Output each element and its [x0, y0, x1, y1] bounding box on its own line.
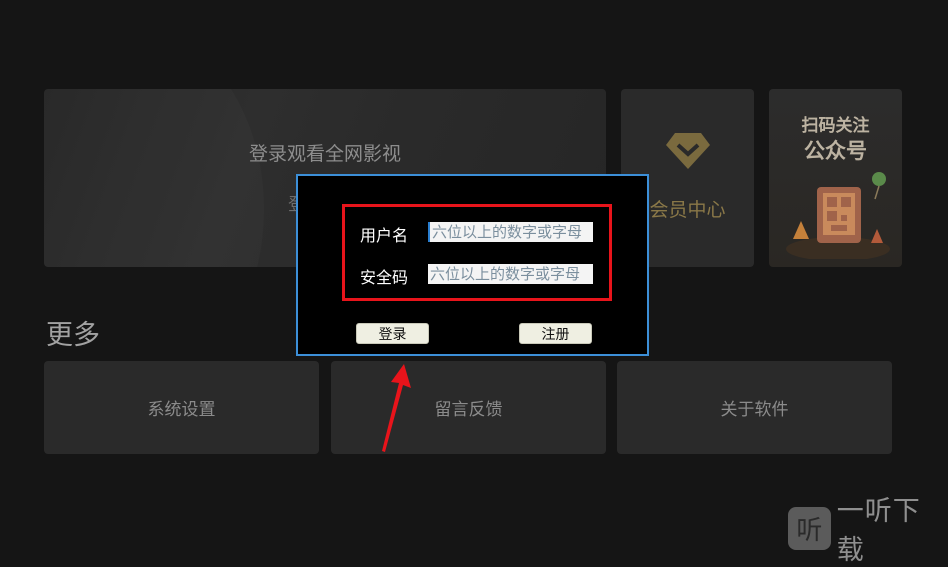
- watermark-text: 一听下载: [836, 496, 921, 566]
- username-label: 用户名: [360, 226, 409, 245]
- security-code-input[interactable]: [428, 264, 593, 284]
- watermark: 听 一听下载: [788, 489, 948, 567]
- more-section-title: 更多: [46, 320, 100, 351]
- feedback-tile[interactable]: 留言反馈: [331, 361, 606, 454]
- about-software-tile[interactable]: 关于软件: [617, 361, 892, 454]
- system-settings-tile[interactable]: 系统设置: [44, 361, 319, 454]
- red-arrow-annotation-icon: [382, 364, 411, 452]
- login-card-title: 登录观看全网影视: [248, 143, 401, 165]
- diamond-icon: [666, 133, 710, 169]
- login-button[interactable]: 登录: [356, 323, 429, 344]
- qr-card-line2: 公众号: [804, 139, 867, 163]
- qr-card-line1: 扫码关注: [801, 116, 870, 136]
- register-button[interactable]: 注册: [519, 323, 592, 344]
- login-dialog: 用户名 安全码 登录 注册: [296, 174, 649, 356]
- qr-follow-card[interactable]: 扫码关注 公众号: [769, 89, 902, 267]
- qr-code-illustration-icon: [786, 172, 890, 259]
- watermark-logo-icon: 听: [788, 506, 831, 550]
- decorative-swoosh: [44, 89, 264, 267]
- username-input[interactable]: [428, 222, 593, 242]
- security-code-label: 安全码: [360, 268, 409, 287]
